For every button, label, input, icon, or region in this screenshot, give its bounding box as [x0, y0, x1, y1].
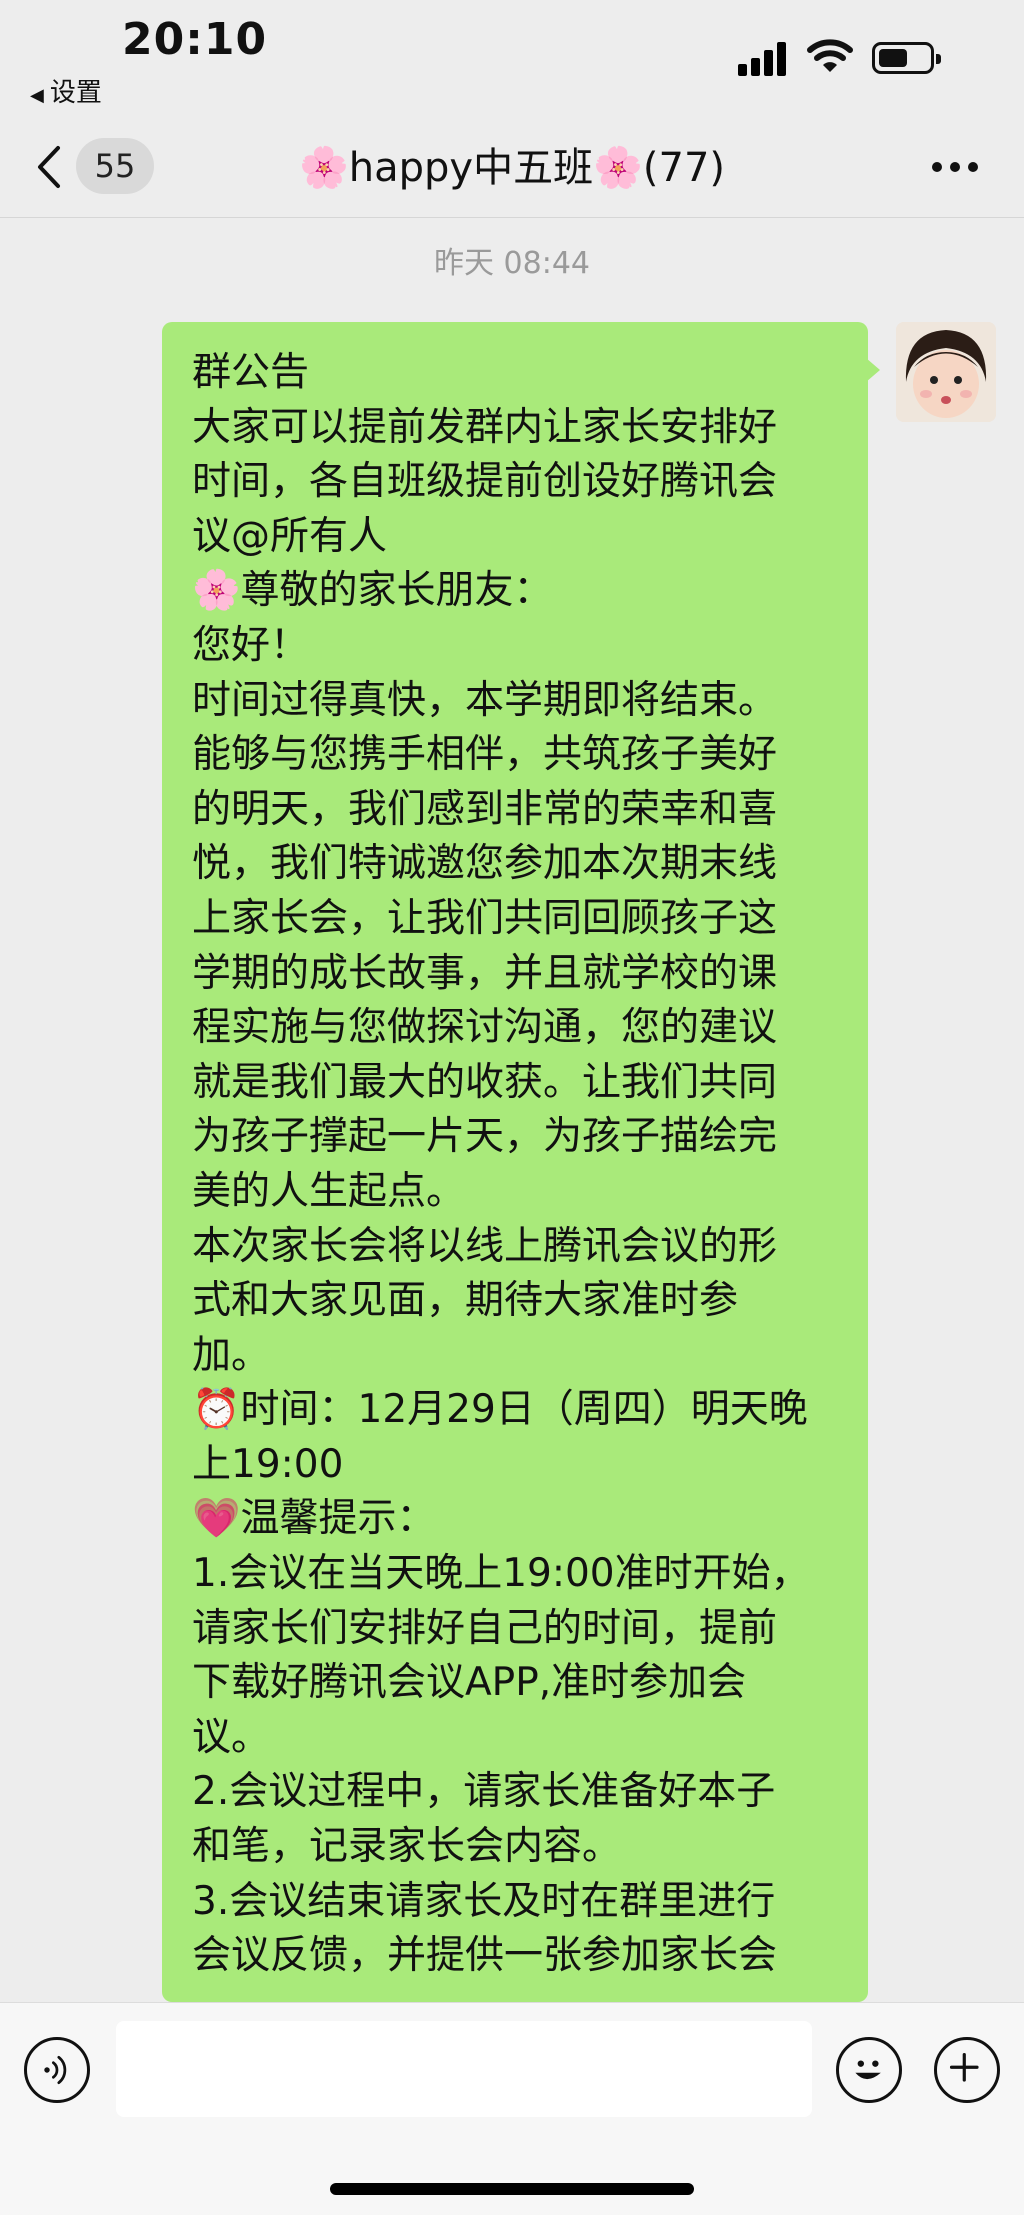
message-timestamp: 昨天 08:44: [434, 246, 590, 281]
message-line: 3.会议结束请家长及时在群里进行: [192, 1878, 776, 1924]
message-line: 请家长们安排好自己的时间，提前: [192, 1605, 778, 1651]
battery-icon: [872, 42, 941, 74]
bubble-tail: [866, 358, 880, 382]
message-line: 群公告: [192, 350, 310, 395]
message-line: 和笔，记录家长会内容。: [192, 1824, 622, 1870]
avatar-image: [896, 322, 996, 422]
message-line: 时间过得真快，本学期即将结束。: [192, 677, 778, 723]
message-line: 式和大家见面，期待大家准时参: [192, 1278, 739, 1324]
message-input[interactable]: [116, 2021, 812, 2117]
message-line: 议。: [192, 1714, 271, 1760]
cellular-signal-icon: [738, 40, 792, 76]
sender-avatar[interactable]: [896, 322, 996, 422]
message-line: 时间，各自班级提前创设好腾讯会: [192, 459, 778, 505]
more-options-icon[interactable]: [932, 162, 978, 174]
voice-input-icon[interactable]: [24, 2037, 90, 2103]
chat-title[interactable]: 🌸happy中五班🌸(77): [0, 140, 1024, 196]
message-line: 会议反馈，并提供一张参加家长会: [192, 1933, 778, 1979]
message-line: 学期的成长故事，并且就学校的课: [192, 950, 778, 996]
back-to-app-link[interactable]: ◀ 设置: [30, 72, 102, 109]
plus-icon[interactable]: [934, 2037, 1000, 2103]
message-line: 悦，我们特诚邀您参加本次期末线: [192, 841, 778, 887]
wifi-icon: [807, 39, 853, 72]
back-triangle-icon: ◀: [30, 85, 44, 106]
message-line: 的明天，我们感到非常的荣幸和喜: [192, 786, 778, 832]
message-line: ⏰时间：12月29日（周四）明天晚: [192, 1387, 808, 1433]
message-line: 为孩子撑起一片天，为孩子描绘完: [192, 1114, 778, 1160]
message-line: 您好！: [192, 622, 310, 668]
message-line: 议@所有人: [192, 513, 388, 559]
message-line: 大家可以提前发群内让家长安排好: [192, 404, 778, 450]
message-line: 1.会议在当天晚上19:00准时开始，: [192, 1551, 810, 1597]
message-line: 就是我们最大的收获。让我们共同: [192, 1059, 778, 1105]
message-line: 程实施与您做探讨沟通，您的建议: [192, 1005, 778, 1051]
message-line: 美的人生起点。: [192, 1168, 466, 1214]
status-bar: 20:10 ◀ 设置: [0, 0, 1024, 120]
input-bar: [0, 2002, 1024, 2215]
home-indicator: [330, 2183, 694, 2195]
message-line: 💗温馨提示：: [192, 1496, 436, 1542]
status-time: 20:10: [122, 14, 268, 65]
message-line: 🌸尊敬的家长朋友：: [192, 568, 553, 614]
chat-header: 55 🌸happy中五班🌸(77): [0, 120, 1024, 218]
message-line: 2.会议过程中，请家长准备好本子: [192, 1769, 776, 1815]
message-line: 本次家长会将以线上腾讯会议的形: [192, 1223, 778, 1269]
message-line: 下载好腾讯会议APP,准时参加会: [192, 1660, 747, 1706]
back-app-label: 设置: [49, 78, 102, 108]
message-line: 能够与您携手相伴，共筑孩子美好: [192, 732, 778, 778]
message-line: 上19:00: [192, 1441, 344, 1487]
message-line: 上家长会，让我们共同回顾孩子这: [192, 895, 778, 941]
message-bubble[interactable]: 群公告大家可以提前发群内让家长安排好 时间，各自班级提前创设好腾讯会 议@所有人 🌸尊…: [162, 322, 868, 2002]
emoji-icon[interactable]: [836, 2037, 902, 2103]
message-line: 加。: [192, 1332, 271, 1378]
